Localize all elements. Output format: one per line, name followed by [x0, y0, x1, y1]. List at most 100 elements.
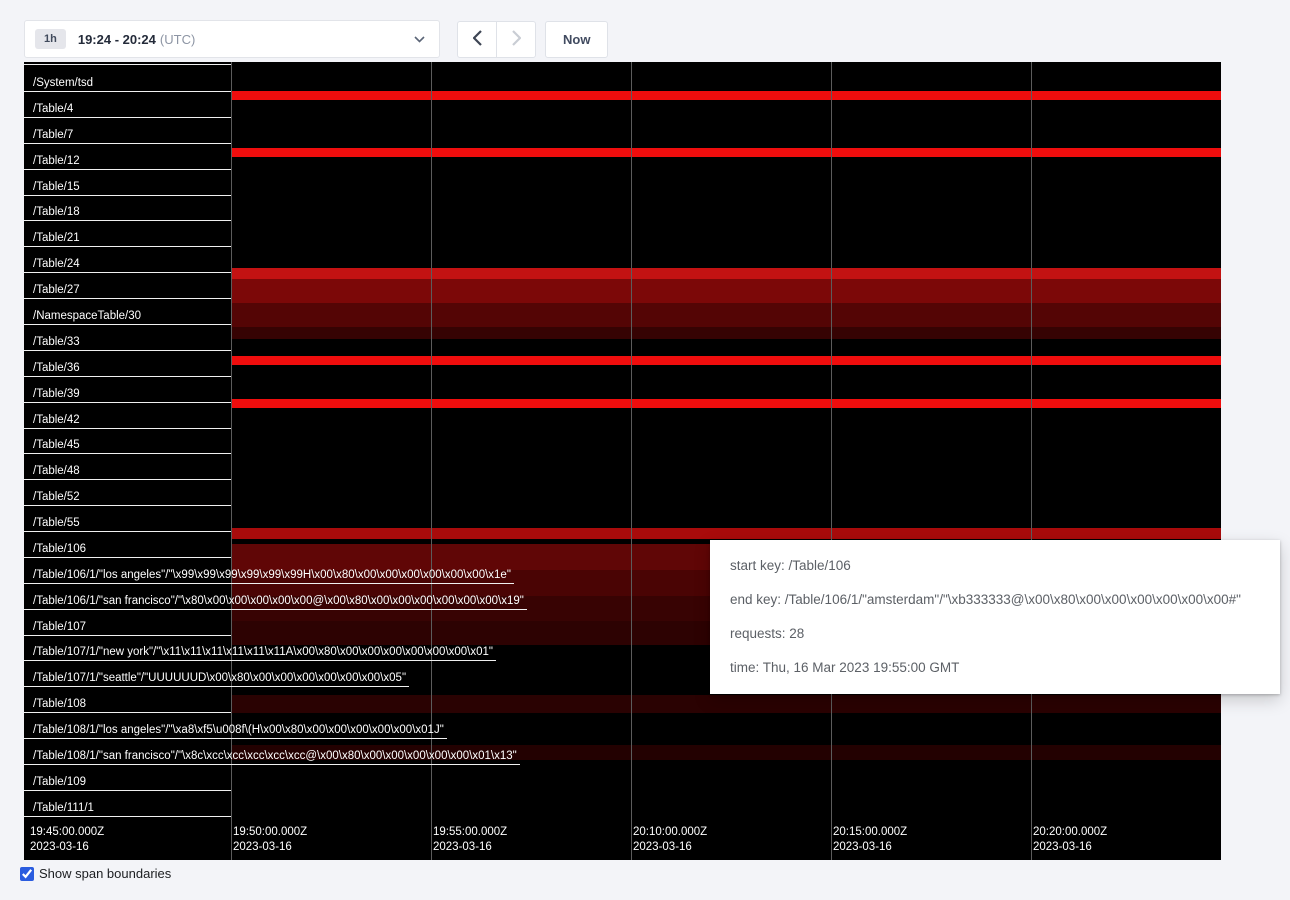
heat-band[interactable] [432, 544, 631, 570]
time-axis-label: 19:55:00.000Z2023-03-16 [433, 825, 507, 855]
span-label: /Table/4 [33, 102, 73, 116]
heat-band[interactable] [632, 745, 831, 760]
span-boundary-line [24, 350, 231, 351]
span-boundary-line [24, 220, 231, 221]
span-label: /Table/48 [33, 464, 80, 478]
heat-band[interactable] [232, 356, 431, 365]
heat-band[interactable] [832, 148, 1031, 157]
span-boundary-line [24, 272, 231, 273]
span-label: /Table/52 [33, 490, 80, 504]
time-gridline [831, 62, 832, 860]
span-boundary-line [24, 169, 231, 170]
span-boundary-line [24, 583, 514, 584]
heat-band[interactable] [432, 399, 631, 408]
heat-band[interactable] [832, 303, 1031, 327]
hover-tooltip: start key: /Table/106 end key: /Table/10… [710, 540, 1280, 694]
heat-band[interactable] [232, 621, 431, 645]
heat-band[interactable] [232, 268, 431, 279]
heat-band[interactable] [432, 91, 631, 100]
heat-band[interactable] [632, 327, 831, 339]
prev-time-button[interactable] [457, 21, 497, 58]
chevron-down-icon [414, 36, 425, 43]
heat-band[interactable] [632, 91, 831, 100]
time-gridline [431, 62, 432, 860]
span-label: /Table/107/1/"new york"/"\x11\x11\x11\x1… [33, 645, 493, 659]
span-label: /Table/15 [33, 180, 80, 194]
heat-band[interactable] [1032, 148, 1221, 157]
time-axis-label: 20:20:00.000Z2023-03-16 [1033, 825, 1107, 855]
heat-band[interactable] [432, 356, 631, 365]
heat-band[interactable] [1032, 745, 1221, 760]
time-gridline [1031, 62, 1032, 860]
span-boundary-line [24, 402, 231, 403]
span-label: /Table/107/1/"seattle"/"UUUUUUD\x00\x80\… [33, 671, 406, 685]
now-button[interactable]: Now [545, 21, 608, 58]
span-label: /Table/24 [33, 257, 80, 271]
show-span-boundaries-checkbox[interactable] [20, 867, 34, 881]
chevron-left-icon [473, 30, 482, 49]
heat-band[interactable] [432, 268, 631, 279]
heat-band[interactable] [1032, 279, 1221, 303]
span-label: /Table/106 [33, 542, 86, 556]
span-label: /Table/106/1/"san francisco"/"\x80\x00\x… [33, 594, 524, 608]
span-boundary-line [24, 143, 231, 144]
span-boundary-line [24, 764, 520, 765]
heat-band[interactable] [832, 399, 1031, 408]
span-boundary-line [24, 64, 231, 65]
heat-band[interactable] [232, 279, 431, 303]
heat-band[interactable] [832, 327, 1031, 339]
heat-band[interactable] [1032, 399, 1221, 408]
heat-band[interactable] [232, 303, 431, 327]
heat-band[interactable] [832, 356, 1031, 365]
heat-band[interactable] [432, 621, 631, 645]
heat-band[interactable] [232, 327, 431, 339]
span-label: /NamespaceTable/30 [33, 309, 141, 323]
heat-band[interactable] [632, 399, 831, 408]
heat-band[interactable] [1032, 356, 1221, 365]
heat-band[interactable] [1032, 268, 1221, 279]
span-label: /Table/45 [33, 438, 80, 452]
tooltip-time: time: Thu, 16 Mar 2023 19:55:00 GMT [730, 651, 1260, 685]
heat-band[interactable] [632, 279, 831, 303]
heat-band[interactable] [432, 327, 631, 339]
heat-band[interactable] [232, 148, 431, 157]
heat-band[interactable] [632, 303, 831, 327]
heat-band[interactable] [232, 399, 431, 408]
heat-band[interactable] [232, 528, 431, 539]
heat-band[interactable] [232, 91, 431, 100]
heat-band[interactable] [832, 91, 1031, 100]
heat-band[interactable] [632, 356, 831, 365]
heat-band[interactable] [1032, 528, 1221, 539]
heat-band[interactable] [632, 695, 831, 713]
heat-band[interactable] [832, 745, 1031, 760]
heat-band[interactable] [832, 268, 1031, 279]
span-boundary-line [24, 117, 231, 118]
heat-band[interactable] [432, 148, 631, 157]
span-boundary-line [24, 816, 231, 817]
key-visualizer-canvas[interactable]: /System/tsd/Table/4/Table/7/Table/12/Tab… [24, 62, 1221, 860]
time-range-dropdown[interactable]: 1h 19:24 - 20:24(UTC) [24, 20, 440, 58]
chevron-right-icon [512, 30, 521, 49]
heat-band[interactable] [432, 528, 631, 539]
heat-band[interactable] [432, 303, 631, 327]
time-axis-label: 19:45:00.000Z2023-03-16 [30, 825, 104, 855]
heat-band[interactable] [1032, 327, 1221, 339]
heat-band[interactable] [832, 279, 1031, 303]
time-axis-label: 19:50:00.000Z2023-03-16 [233, 825, 307, 855]
heat-band[interactable] [1032, 91, 1221, 100]
span-boundary-line [24, 376, 231, 377]
heat-band[interactable] [1032, 695, 1221, 713]
heat-band[interactable] [832, 695, 1031, 713]
heat-band[interactable] [832, 528, 1031, 539]
heat-band[interactable] [432, 695, 631, 713]
heat-band[interactable] [632, 268, 831, 279]
heat-band[interactable] [232, 695, 431, 713]
span-boundary-line [24, 298, 231, 299]
tooltip-requests: requests: 28 [730, 617, 1260, 651]
heat-band[interactable] [632, 148, 831, 157]
next-time-button[interactable] [496, 21, 536, 58]
heat-band[interactable] [232, 544, 431, 570]
heat-band[interactable] [632, 528, 831, 539]
heat-band[interactable] [432, 279, 631, 303]
heat-band[interactable] [1032, 303, 1221, 327]
